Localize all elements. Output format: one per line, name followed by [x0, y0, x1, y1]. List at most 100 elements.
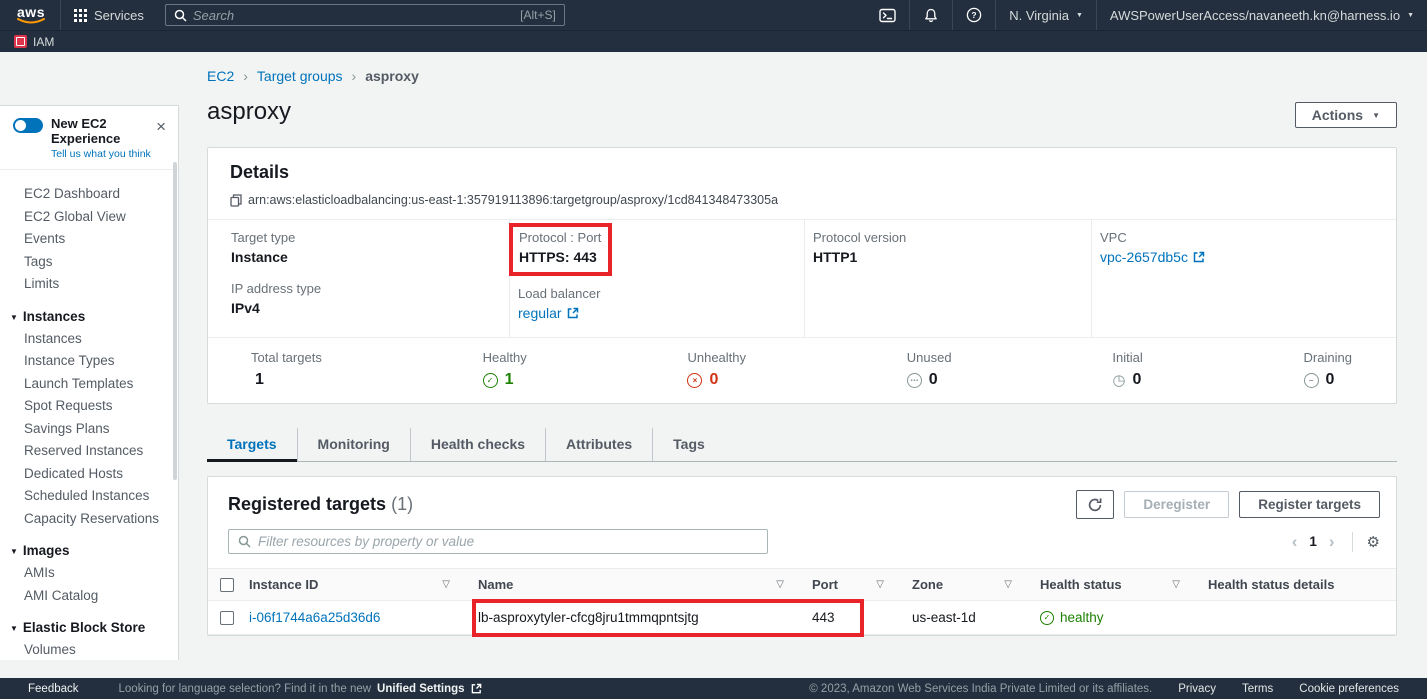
column-name[interactable]: Name▽: [466, 577, 800, 592]
help-button[interactable]: ?: [953, 0, 995, 30]
close-icon[interactable]: ×: [156, 120, 166, 134]
stat-value: 1: [255, 371, 264, 389]
terms-link[interactable]: Terms: [1242, 683, 1273, 695]
column-instance-id[interactable]: Instance ID▽: [241, 577, 466, 592]
aws-logo[interactable]: aws: [0, 6, 60, 25]
external-link-icon: [471, 683, 482, 694]
sidebar-item-limits[interactable]: Limits: [0, 273, 178, 296]
column-label: Name: [478, 577, 513, 592]
field-value: HTTP1: [813, 249, 1075, 265]
region-label: N. Virginia: [1009, 8, 1069, 23]
breadcrumb-target-groups[interactable]: Target groups: [257, 68, 343, 84]
sidebar-item-dedicated-hosts[interactable]: Dedicated Hosts: [0, 463, 178, 486]
global-search[interactable]: [Alt+S]: [165, 4, 565, 26]
tab-targets[interactable]: Targets: [207, 428, 298, 461]
field-label: IP address type: [231, 281, 493, 296]
sidebar-item-tags[interactable]: Tags: [0, 251, 178, 274]
field-ip-address-type: IP address type IPv4: [231, 281, 493, 316]
sidebar-item-capacity-reservations[interactable]: Capacity Reservations: [0, 508, 178, 531]
new-experience-title: New EC2 Experience: [51, 116, 166, 146]
table-header: Instance ID▽ Name▽ Port▽ Zone▽ Health st…: [208, 568, 1396, 601]
target-health-cell: ✓ healthy: [1028, 610, 1196, 625]
iam-label: IAM: [33, 35, 54, 49]
new-experience-toggle[interactable]: [13, 118, 43, 133]
tab-monitoring[interactable]: Monitoring: [298, 428, 411, 461]
previous-page-icon[interactable]: ‹: [1289, 534, 1301, 550]
sidebar-item-events[interactable]: Events: [0, 228, 178, 251]
refresh-button[interactable]: [1076, 490, 1114, 519]
register-targets-button[interactable]: Register targets: [1239, 491, 1380, 518]
stat-label: Initial: [1112, 350, 1142, 365]
sidebar-item-ami-catalog[interactable]: AMI Catalog: [0, 585, 178, 608]
breadcrumb-ec2[interactable]: EC2: [207, 68, 234, 84]
unified-settings-link[interactable]: Unified Settings: [377, 683, 465, 695]
tab-tags[interactable]: Tags: [653, 428, 725, 461]
region-selector[interactable]: N. Virginia ▼: [996, 0, 1096, 30]
row-checkbox[interactable]: [220, 611, 234, 625]
field-value: IPv4: [231, 300, 493, 316]
field-value: HTTPS: 443: [519, 249, 601, 265]
search-input[interactable]: [193, 8, 514, 23]
chevron-down-icon: ▼: [1076, 12, 1083, 19]
account-menu[interactable]: AWSPowerUserAccess/navaneeth.kn@harness.…: [1097, 0, 1427, 30]
vpc-link[interactable]: vpc-2657db5c: [1100, 249, 1380, 265]
stat-label: Total targets: [251, 350, 322, 365]
sidebar-item-amis[interactable]: AMIs: [0, 562, 178, 585]
next-page-icon[interactable]: ›: [1326, 534, 1338, 550]
stat-value: 0: [1326, 371, 1335, 389]
feedback-link[interactable]: Feedback: [28, 683, 79, 695]
sidebar-item-launch-templates[interactable]: Launch Templates: [0, 373, 178, 396]
sidebar-item-ec2-dashboard[interactable]: EC2 Dashboard: [0, 183, 178, 206]
sidebar-item-volumes[interactable]: Volumes: [0, 639, 178, 660]
sidebar-section-instances[interactable]: ▼Instances: [0, 304, 178, 328]
table-settings-gear-icon[interactable]: ⚙: [1367, 533, 1380, 551]
privacy-link[interactable]: Privacy: [1178, 683, 1216, 695]
filter-box[interactable]: [228, 529, 768, 554]
sidebar-item-instances[interactable]: Instances: [0, 328, 178, 351]
cloudshell-button[interactable]: [866, 0, 909, 30]
current-page[interactable]: 1: [1309, 534, 1317, 549]
column-health-status[interactable]: Health status▽: [1028, 577, 1196, 592]
sidebar-item-ec2-global-view[interactable]: EC2 Global View: [0, 206, 178, 229]
copy-icon[interactable]: [230, 194, 242, 207]
load-balancer-link[interactable]: regular: [518, 305, 788, 321]
column-zone[interactable]: Zone▽: [900, 577, 1028, 592]
sidebar-scrollbar[interactable]: [173, 162, 177, 480]
sidebar-section-elastic-block-store[interactable]: ▼Elastic Block Store: [0, 615, 178, 639]
sidebar-item-scheduled-instances[interactable]: Scheduled Instances: [0, 485, 178, 508]
column-label: Port: [812, 577, 838, 592]
console-footer: Feedback Looking for language selection?…: [0, 678, 1427, 699]
instance-id-link[interactable]: i-06f1744a6a25d36d6: [249, 610, 380, 625]
deregister-button[interactable]: Deregister: [1124, 491, 1229, 518]
actions-button[interactable]: Actions ▼: [1295, 102, 1397, 128]
aws-logo-text: aws: [17, 6, 45, 18]
stat-unused: Unused ⋯0: [907, 350, 952, 389]
load-balancer-name: regular: [518, 305, 562, 321]
stat-label: Unused: [907, 350, 952, 365]
sidebar-section-images[interactable]: ▼Images: [0, 538, 178, 562]
services-menu-button[interactable]: Services: [61, 0, 157, 30]
select-all-checkbox[interactable]: [220, 578, 234, 592]
notifications-button[interactable]: [910, 0, 952, 30]
svg-text:?: ?: [972, 10, 977, 20]
registered-targets-title: Registered targets: [228, 494, 386, 514]
sidebar-item-savings-plans[interactable]: Savings Plans: [0, 418, 178, 441]
tab-health-checks[interactable]: Health checks: [411, 428, 546, 461]
tell-us-link[interactable]: Tell us what you think: [51, 148, 166, 160]
sidebar-item-reserved-instances[interactable]: Reserved Instances: [0, 440, 178, 463]
details-heading: Details: [230, 162, 1376, 183]
sidebar-item-spot-requests[interactable]: Spot Requests: [0, 395, 178, 418]
field-value: Instance: [231, 249, 493, 265]
column-port[interactable]: Port▽: [800, 577, 900, 592]
sidebar-item-instance-types[interactable]: Instance Types: [0, 350, 178, 373]
cookie-preferences-link[interactable]: Cookie preferences: [1299, 683, 1399, 695]
column-label: Health status: [1040, 577, 1122, 592]
page-title: asproxy: [207, 98, 1397, 126]
stat-value: 0: [1132, 371, 1141, 389]
favorite-iam[interactable]: IAM: [14, 35, 54, 49]
sidebar-nav: EC2 Dashboard EC2 Global View Events Tag…: [0, 170, 178, 660]
tab-attributes[interactable]: Attributes: [546, 428, 653, 461]
chevron-down-icon: ▼: [1407, 12, 1414, 19]
field-label: Protocol : Port: [519, 230, 601, 245]
filter-input[interactable]: [258, 534, 758, 549]
